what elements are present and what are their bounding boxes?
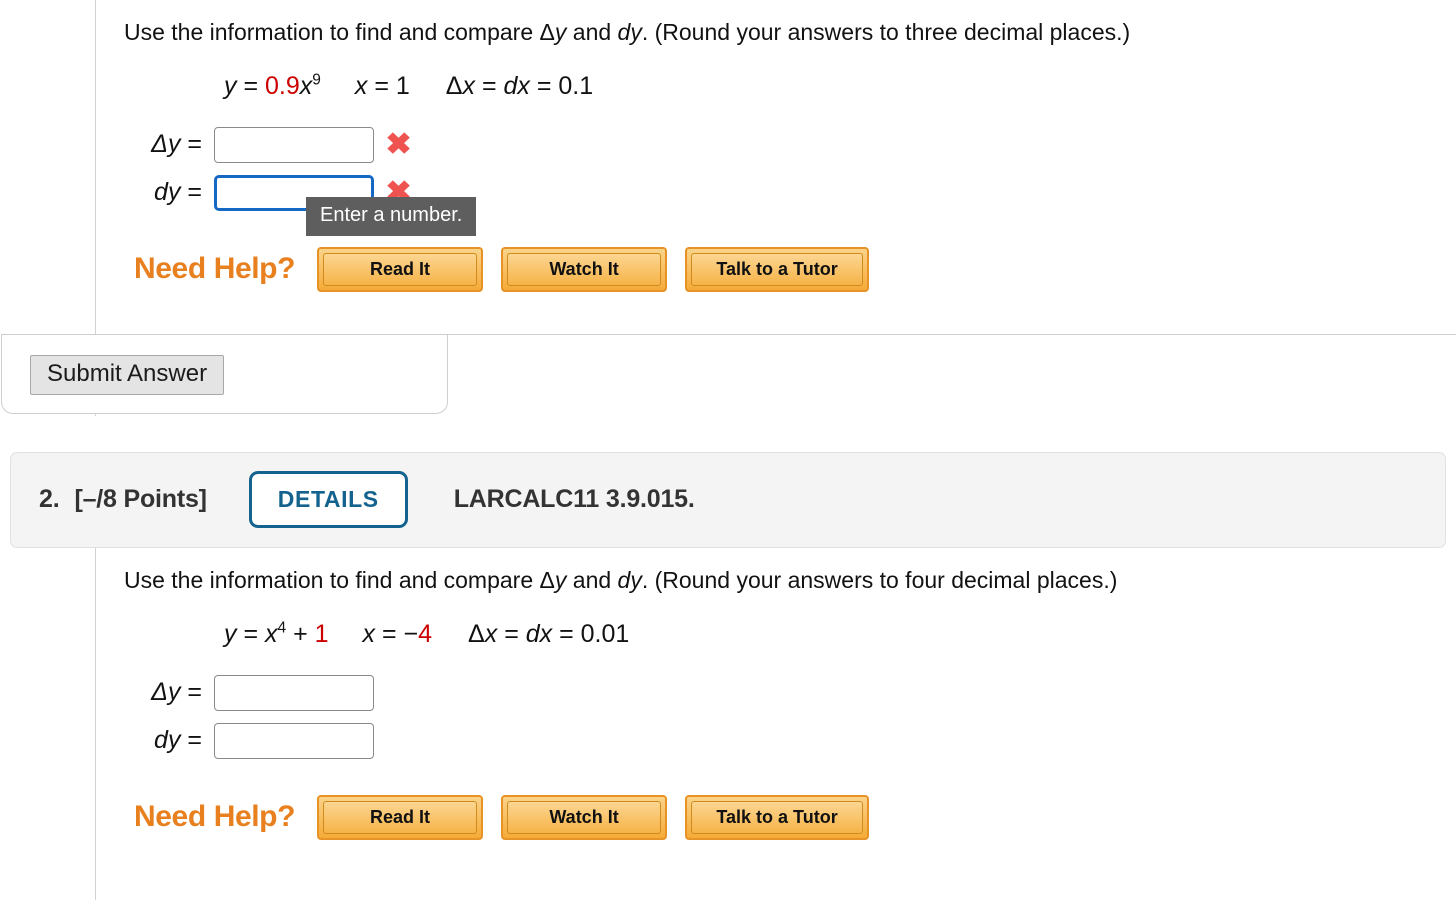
- question-2-answers: Δy = dy =: [96, 649, 1456, 765]
- formula-x-sign: −: [403, 619, 419, 648]
- formula-plus: +: [286, 619, 315, 648]
- formula-delta-symbol: Δ: [445, 71, 463, 100]
- formula-variable: x: [299, 71, 313, 100]
- watch-it-label: Watch It: [507, 800, 662, 834]
- formula-x-value: 4: [418, 619, 433, 648]
- formula-constant: 1: [314, 619, 329, 648]
- formula-x-value: 1: [395, 71, 410, 100]
- question-1: Use the information to find and compare …: [0, 0, 1456, 416]
- formula-equals-1: =: [236, 71, 265, 100]
- answer-row-delta-y: Δy = ✖: [124, 121, 1456, 169]
- prompt-text-pre: Use the information to find and compare: [124, 19, 540, 45]
- need-help-label: Need Help?: [134, 252, 296, 286]
- answer-label-delta-y: Δy =: [151, 678, 202, 706]
- question-gap: [0, 416, 1456, 452]
- read-it-label: Read It: [323, 800, 478, 834]
- formula-x-label: x: [362, 619, 376, 648]
- formula-equals-1: =: [236, 619, 265, 648]
- formula-exponent: 4: [277, 619, 287, 637]
- formula-delta-x: x: [484, 619, 498, 648]
- watch-it-button[interactable]: Watch It: [501, 246, 668, 292]
- delta-y-input[interactable]: [214, 126, 374, 163]
- read-it-label: Read It: [323, 252, 478, 286]
- answer-label-dy: dy =: [154, 726, 202, 754]
- submit-answer-button[interactable]: Submit Answer: [30, 354, 225, 395]
- validation-tooltip: Enter a number.: [306, 196, 477, 236]
- details-button[interactable]: DETAILS: [248, 471, 408, 529]
- talk-to-a-tutor-button[interactable]: Talk to a Tutor: [685, 794, 870, 840]
- formula-dx: dx: [525, 619, 553, 648]
- formula-equals-3: =: [475, 71, 504, 100]
- question-2-code: LARCALC11 3.9.015.: [453, 485, 695, 514]
- formula-equals-2: =: [367, 71, 396, 100]
- formula-dx: dx: [503, 71, 530, 100]
- question-1-submit-area: Submit Answer: [1, 333, 1456, 416]
- answer-label-delta-y: Δy =: [151, 130, 202, 159]
- question-1-prompt: Use the information to find and compare …: [96, 0, 1456, 47]
- formula-exponent: 9: [312, 71, 321, 89]
- prompt-text-post: . (Round your answers to three decimal p…: [641, 19, 1131, 45]
- need-help-label: Need Help?: [134, 800, 296, 833]
- talk-to-a-tutor-label: Talk to a Tutor: [691, 800, 864, 834]
- incorrect-icon: ✖: [385, 127, 412, 161]
- talk-to-a-tutor-label: Talk to a Tutor: [691, 252, 864, 286]
- prompt-text-pre: Use the information to find and compare: [124, 566, 540, 593]
- question-2: 2. [–/8 Points] DETAILS LARCALC11 3.9.01…: [0, 451, 1456, 900]
- watch-it-button[interactable]: Watch It: [501, 794, 668, 840]
- formula-dx-value: 0.01: [580, 619, 630, 648]
- prompt-text-mid: and: [566, 19, 618, 45]
- prompt-dy: dy: [617, 19, 642, 45]
- question-1-formula: y = 0.9x9 x = 1 Δx = dx = 0.1: [96, 47, 1456, 101]
- formula-dx-value: 0.1: [558, 71, 594, 100]
- prompt-delta-y: y: [554, 566, 567, 593]
- delta-symbol: Δ: [539, 566, 555, 593]
- question-2-number: 2.: [39, 485, 60, 514]
- talk-to-a-tutor-button[interactable]: Talk to a Tutor: [685, 246, 870, 292]
- formula-coefficient: 0.9: [265, 71, 300, 100]
- answer-row-delta-y: Δy =: [124, 669, 1456, 717]
- submit-box: Submit Answer: [1, 333, 448, 414]
- formula-y: y: [224, 71, 237, 100]
- read-it-button[interactable]: Read It: [317, 246, 484, 292]
- question-2-header: 2. [–/8 Points] DETAILS LARCALC11 3.9.01…: [10, 451, 1446, 548]
- question-2-formula: y = x4 + 1x = −4 Δx = dx = 0.01: [96, 595, 1456, 649]
- delta-y-input[interactable]: [214, 674, 374, 711]
- prompt-delta-y: y: [554, 19, 567, 45]
- question-2-need-help: Need Help? Read It Watch It Talk to a Tu…: [96, 765, 1456, 840]
- formula-delta-x: x: [462, 71, 476, 100]
- answer-label-dy: dy =: [154, 178, 202, 207]
- formula-equals-2: =: [375, 619, 404, 648]
- dy-input[interactable]: [214, 722, 374, 759]
- formula-equals-3: =: [497, 619, 526, 648]
- formula-delta-symbol: Δ: [468, 619, 485, 648]
- question-2-prompt: Use the information to find and compare …: [96, 548, 1456, 595]
- prompt-text-mid: and: [566, 566, 618, 593]
- formula-equals-4: =: [529, 71, 559, 100]
- answer-row-dy: dy =: [124, 717, 1456, 765]
- formula-equals-4: =: [552, 619, 581, 648]
- prompt-text-post: . (Round your answers to four decimal pl…: [641, 566, 1118, 593]
- formula-y: y: [224, 619, 237, 648]
- formula-x-label: x: [354, 71, 368, 100]
- submit-divider: [448, 333, 1456, 335]
- delta-symbol: Δ: [539, 19, 555, 45]
- formula-variable: x: [265, 619, 278, 648]
- question-1-body: Use the information to find and compare …: [1, 0, 1456, 416]
- question-1-need-help: Need Help? Read It Watch It Talk to a Tu…: [96, 217, 1456, 292]
- read-it-button[interactable]: Read It: [317, 794, 484, 840]
- question-1-answers: Δy = ✖ dy = ✖ Enter a number.: [96, 101, 1456, 236]
- question-2-body: Use the information to find and compare …: [95, 547, 1456, 900]
- prompt-dy: dy: [617, 566, 642, 593]
- watch-it-label: Watch It: [507, 252, 662, 286]
- question-2-points: [–/8 Points]: [74, 485, 207, 514]
